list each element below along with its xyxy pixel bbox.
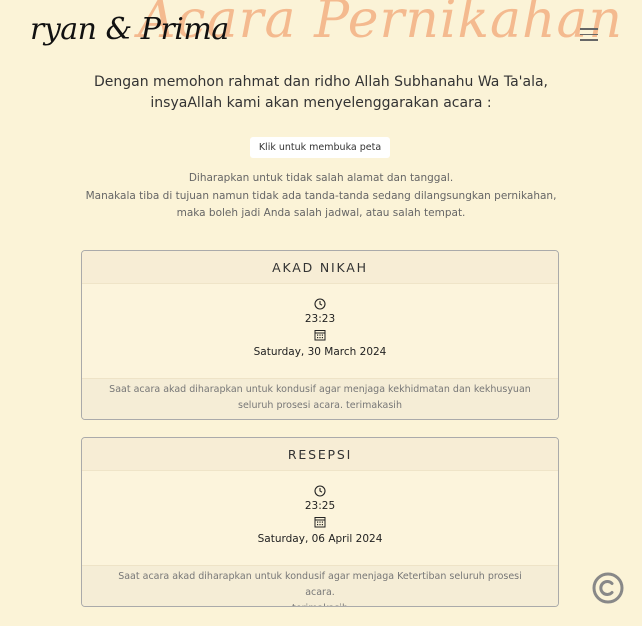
event-note-line-1: Saat acara akad diharapkan untuk kondusi… — [109, 384, 531, 395]
notice-text: Diharapkan untuk tidak salah alamat dan … — [0, 170, 642, 223]
event-note: Saat acara akad diharapkan untuk kondusi… — [82, 565, 558, 606]
brand-logo-text[interactable]: ryan & Prima — [30, 12, 229, 47]
clock-icon — [82, 296, 558, 312]
hamburger-menu-icon[interactable] — [580, 28, 598, 44]
event-card-akad-nikah: AKAD NIKAH 23:23 Saturday, 30 March 2024… — [81, 250, 559, 420]
event-title: RESEPSI — [82, 438, 558, 471]
event-title: AKAD NIKAH — [82, 251, 558, 284]
event-date: Saturday, 30 March 2024 — [253, 346, 387, 358]
event-note: Saat acara akad diharapkan untuk kondusi… — [82, 378, 558, 419]
open-map-button[interactable]: Klik untuk membuka peta — [250, 137, 390, 158]
event-note-line-2: seluruh prosesi acara. terimakasih — [238, 400, 402, 411]
notice-line-3: maka boleh jadi Anda salah jadwal, atau … — [176, 207, 466, 219]
intro-text: Dengan memohon rahmat dan ridho Allah Su… — [0, 72, 642, 114]
event-card-resepsi: RESEPSI 23:25 Saturday, 06 April 2024 Sa… — [81, 437, 559, 607]
calendar-icon — [82, 514, 558, 530]
notice-line-1: Diharapkan untuk tidak salah alamat dan … — [188, 172, 454, 184]
intro-line-1: Dengan memohon rahmat dan ridho Allah Su… — [94, 74, 548, 90]
event-time: 23:23 — [304, 313, 336, 325]
clock-icon — [82, 483, 558, 499]
event-note-line-2: terimakasih — [102, 601, 538, 606]
intro-line-2: insyaAllah kami akan menyelenggarakan ac… — [150, 95, 492, 111]
event-note-line-1: Saat acara akad diharapkan untuk kondusi… — [118, 571, 522, 598]
event-time: 23:25 — [304, 500, 336, 512]
music-disc-icon[interactable] — [592, 572, 624, 604]
event-details: 23:23 Saturday, 30 March 2024 — [82, 284, 558, 378]
calendar-icon — [82, 327, 558, 343]
event-date: Saturday, 06 April 2024 — [257, 533, 383, 545]
notice-line-2: Manakala tiba di tujuan namun tidak ada … — [85, 189, 557, 202]
event-details: 23:25 Saturday, 06 April 2024 — [82, 471, 558, 565]
